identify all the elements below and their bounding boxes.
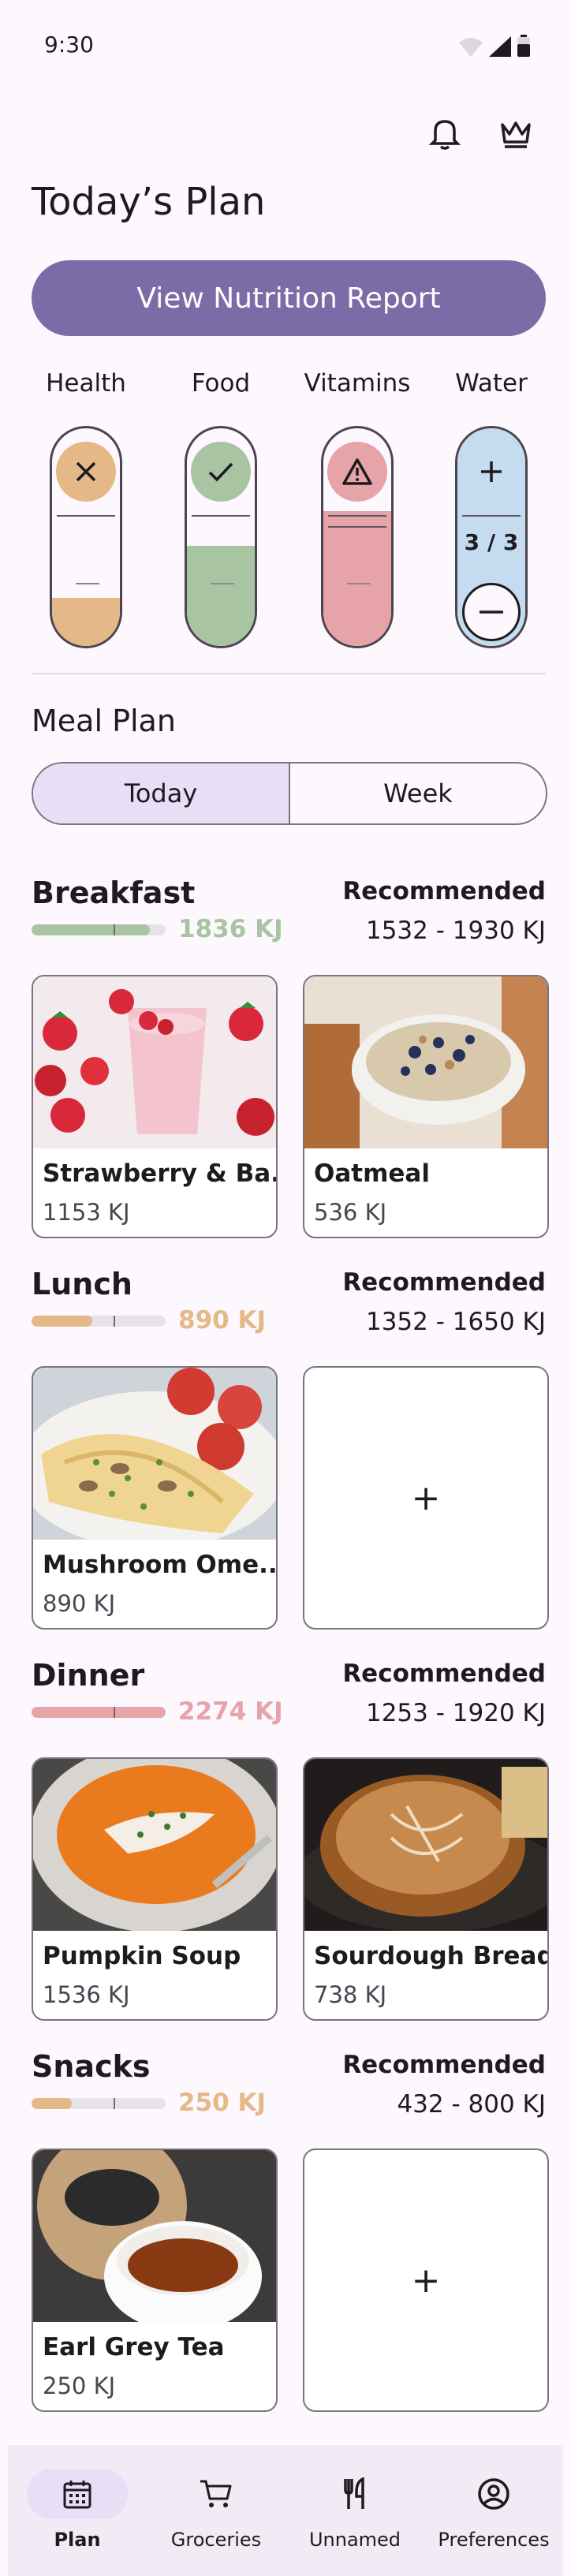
meal-kj: 536 KJ bbox=[314, 1199, 387, 1226]
snacks-recommended-label: Recommended bbox=[342, 2051, 546, 2079]
page-title: Today’s Plan bbox=[32, 180, 266, 224]
check-icon bbox=[191, 442, 251, 502]
tab-today[interactable]: Today bbox=[33, 763, 290, 823]
meal-card[interactable]: Strawberry & Ba.. 1153 KJ bbox=[32, 975, 278, 1238]
meal-name: Oatmeal bbox=[314, 1159, 430, 1188]
dinner-title: Dinner bbox=[32, 1658, 145, 1693]
bell-icon[interactable] bbox=[429, 117, 461, 150]
breakfast-recommended-range: 1532 - 1930 KJ bbox=[365, 917, 546, 945]
tab-week[interactable]: Week bbox=[290, 763, 546, 823]
calendar-icon bbox=[63, 2481, 91, 2509]
battery-icon bbox=[517, 35, 530, 57]
meal-kj: 250 KJ bbox=[43, 2373, 116, 2399]
close-icon bbox=[56, 442, 116, 502]
meal-name: Sourdough Bread bbox=[314, 1942, 549, 1970]
meal-kj: 738 KJ bbox=[314, 1981, 387, 2008]
breakfast-kj-total: 1836 KJ bbox=[178, 915, 283, 943]
water-decrement-button[interactable] bbox=[462, 583, 521, 641]
meal-card[interactable]: Sourdough Bread 738 KJ bbox=[303, 1757, 549, 2021]
status-time: 9:30 bbox=[44, 32, 94, 58]
lunch-title: Lunch bbox=[32, 1267, 132, 1301]
nav-label-groceries: Groceries bbox=[170, 2529, 262, 2551]
plus-icon: + bbox=[411, 2260, 441, 2301]
health-gauge[interactable] bbox=[50, 426, 122, 648]
meal-plan-label: Meal Plan bbox=[32, 704, 176, 738]
snacks-kj-total: 250 KJ bbox=[178, 2089, 267, 2117]
nav-groceries[interactable]: Groceries bbox=[149, 2469, 283, 2551]
cart-icon bbox=[200, 2480, 232, 2507]
vitamins-gauge[interactable] bbox=[321, 426, 394, 648]
dinner-recommended-label: Recommended bbox=[342, 1659, 546, 1688]
snacks-recommended-range: 432 - 800 KJ bbox=[397, 2090, 546, 2119]
snacks-title: Snacks bbox=[32, 2049, 151, 2084]
signal-icon bbox=[489, 36, 511, 57]
meal-photo bbox=[33, 1368, 276, 1540]
plan-range-toggle: Today Week bbox=[32, 762, 547, 825]
water-increment-button[interactable] bbox=[461, 442, 521, 502]
meal-name: Earl Grey Tea bbox=[43, 2333, 225, 2361]
add-meal-button[interactable]: + bbox=[303, 1366, 549, 1630]
metric-label-food: Food bbox=[191, 369, 251, 398]
meal-photo bbox=[33, 1759, 276, 1931]
water-gauge: 3 / 3 bbox=[455, 426, 528, 648]
plus-icon bbox=[481, 461, 502, 482]
add-meal-button[interactable]: + bbox=[303, 2149, 549, 2412]
nav-preferences[interactable]: Preferences bbox=[427, 2469, 561, 2551]
meal-card[interactable]: Pumpkin Soup 1536 KJ bbox=[32, 1757, 278, 2021]
plus-icon: + bbox=[411, 1477, 441, 1518]
metric-label-health: Health bbox=[46, 369, 126, 398]
lunch-kj-total: 890 KJ bbox=[178, 1306, 267, 1335]
dinner-progress bbox=[32, 1707, 166, 1718]
view-nutrition-report-button[interactable]: View Nutrition Report bbox=[32, 260, 546, 336]
minus-icon bbox=[480, 610, 503, 614]
lunch-progress bbox=[32, 1316, 166, 1327]
meal-photo bbox=[33, 976, 276, 1148]
nav-label-preferences: Preferences bbox=[438, 2529, 550, 2551]
status-icons bbox=[459, 35, 530, 57]
meal-kj: 890 KJ bbox=[43, 1590, 116, 1617]
meal-photo bbox=[304, 1759, 547, 1931]
metric-label-vitamins: Vitamins bbox=[304, 369, 411, 398]
water-counter: 3 / 3 bbox=[464, 529, 519, 555]
meal-name: Strawberry & Ba.. bbox=[43, 1159, 278, 1188]
breakfast-title: Breakfast bbox=[32, 875, 196, 910]
meal-name: Pumpkin Soup bbox=[43, 1942, 241, 1970]
dinner-kj-total: 2274 KJ bbox=[178, 1697, 283, 1726]
meal-name: Mushroom Ome.. bbox=[43, 1551, 278, 1579]
meal-card[interactable]: Oatmeal 536 KJ bbox=[303, 975, 549, 1238]
meal-kj: 1153 KJ bbox=[43, 1199, 130, 1226]
meal-card[interactable]: Earl Grey Tea 250 KJ bbox=[32, 2149, 278, 2412]
meal-photo bbox=[33, 2150, 276, 2322]
utensils-icon bbox=[344, 2477, 364, 2509]
meal-kj: 1536 KJ bbox=[43, 1981, 130, 2008]
nav-label-unnamed: Unnamed bbox=[308, 2529, 401, 2551]
warning-icon bbox=[327, 442, 387, 502]
snacks-progress bbox=[32, 2098, 166, 2109]
bottom-navigation: Plan Groceries Unnamed Preferences bbox=[8, 2445, 563, 2576]
wifi-icon bbox=[459, 38, 483, 57]
lunch-recommended-range: 1352 - 1650 KJ bbox=[365, 1308, 546, 1336]
crown-icon[interactable] bbox=[500, 117, 532, 150]
meal-photo bbox=[304, 976, 547, 1148]
meal-card[interactable]: Mushroom Ome.. 890 KJ bbox=[32, 1366, 278, 1630]
nav-label-plan: Plan bbox=[54, 2529, 101, 2551]
breakfast-progress bbox=[32, 924, 166, 935]
account-icon bbox=[478, 2478, 509, 2510]
food-gauge[interactable] bbox=[185, 426, 257, 648]
breakfast-recommended-label: Recommended bbox=[342, 877, 546, 905]
nav-plan[interactable]: Plan bbox=[10, 2469, 144, 2551]
dinner-recommended-range: 1253 - 1920 KJ bbox=[365, 1699, 546, 1727]
nav-unnamed[interactable]: Unnamed bbox=[288, 2469, 422, 2551]
top-actions bbox=[429, 117, 532, 150]
divider bbox=[32, 673, 546, 674]
lunch-recommended-label: Recommended bbox=[342, 1268, 546, 1297]
metric-label-water: Water bbox=[455, 369, 528, 398]
